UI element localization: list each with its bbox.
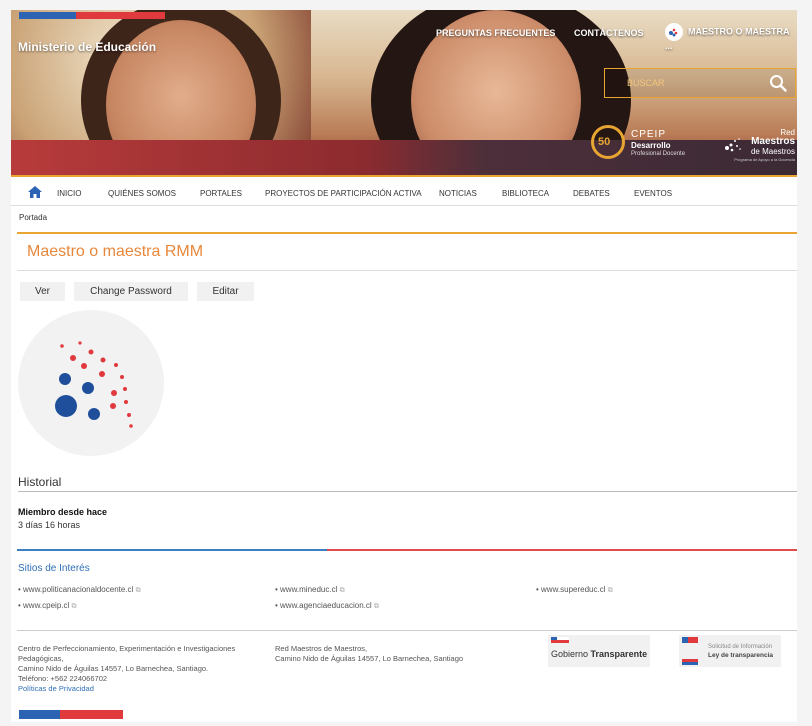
- red-maestros-line2: Maestros: [751, 136, 795, 147]
- page-title: Maestro o maestra RMM: [27, 243, 204, 260]
- member-since-value: 3 días 16 horas: [18, 520, 81, 530]
- external-link-icon: ⧉: [607, 587, 613, 594]
- footer-line: Camino Nido de Águilas 14557, Lo Barnech…: [18, 664, 209, 673]
- privacy-policy-link[interactable]: Políticas de Privacidad: [18, 684, 235, 694]
- red-maestros-logo[interactable]: Red Maestros de Maestros Programa de Apo…: [723, 128, 795, 166]
- gov-flag-bar-top: [19, 12, 165, 19]
- external-link-icon: ⧉: [373, 603, 379, 610]
- history-divider: [18, 491, 797, 492]
- footer-line: Teléfono: +562 224066702: [18, 674, 108, 683]
- cpeip-logo-line1: CPEIP: [631, 129, 667, 140]
- link-text[interactable]: www.agenciaeducacion.cl: [280, 601, 372, 610]
- external-link-icon: ⧉: [135, 587, 141, 594]
- search-icon[interactable]: [769, 74, 787, 92]
- red-maestros-dots-icon: [725, 138, 741, 152]
- tab-change-password[interactable]: Change Password: [74, 282, 188, 301]
- gobierno-transparente-banner[interactable]: Gobierno Transparente: [548, 635, 650, 667]
- link-agencia[interactable]: • www.agenciaeducacion.cl ⧉: [275, 601, 379, 611]
- gob-text-b: Transparente: [590, 649, 648, 659]
- separator-blue: [17, 549, 327, 551]
- history-heading: Historial: [18, 475, 62, 489]
- footer-line: Pedagógicas,: [18, 654, 64, 663]
- chile-flag-icon: [551, 637, 569, 643]
- footer-address-cpeip: Centro de Perfeccionamiento, Experimenta…: [18, 644, 235, 694]
- site-name[interactable]: Ministerio de Educación: [18, 40, 156, 54]
- link-text[interactable]: www.politicanacionaldocente.cl: [23, 585, 133, 594]
- page: Ministerio de Educación PREGUNTAS FRECUE…: [11, 10, 797, 722]
- link-text[interactable]: www.cpeip.cl: [23, 601, 69, 610]
- link-politica-nacional[interactable]: • www.politicanacionaldocente.cl ⧉: [18, 585, 141, 595]
- cpeip-50-badge: 50: [591, 125, 625, 159]
- solicitud-line2: Ley de transparencia: [708, 652, 774, 659]
- flag-red-stripe: [76, 12, 165, 19]
- solicitud-line1: Solicitud de Información: [708, 644, 773, 650]
- external-link-icon: ⧉: [71, 603, 77, 610]
- link-cpeip[interactable]: • www.cpeip.cl ⧉: [18, 601, 77, 611]
- nav-item-inicio[interactable]: INICIO: [57, 189, 81, 198]
- footer-line: Camino Nido de Águilas 14557, Lo Barnech…: [275, 654, 464, 663]
- nav-item-quienes-somos[interactable]: QUIÉNES SOMOS: [108, 189, 176, 198]
- cpeip-logo-line3: Profesional Docente: [631, 151, 686, 157]
- flag-blue-stripe: [19, 710, 60, 719]
- link-text[interactable]: www.supereduc.cl: [541, 585, 605, 594]
- flag-blue-stripe: [19, 12, 76, 19]
- red-maestros-line4: Programa de Apoyo a la Docencia: [734, 157, 795, 162]
- footer-line: Centro de Perfeccionamiento, Experimenta…: [18, 644, 236, 653]
- nav-item-portales[interactable]: PORTALES: [200, 189, 242, 198]
- link-supereduc[interactable]: • www.supereduc.cl ⧉: [536, 585, 613, 595]
- red-maestros-line3: de Maestros: [750, 147, 795, 156]
- avatar: [18, 310, 164, 456]
- gob-text-a: Gobierno: [551, 649, 589, 659]
- user-avatar-icon: [665, 23, 683, 41]
- footer-address-rmm: Red Maestros de Maestros, Camino Nido de…: [275, 644, 463, 664]
- cpeip-logo-line2: Desarrollo: [631, 141, 671, 150]
- user-menu-label: MAESTRO O MAESTRA ...: [665, 26, 790, 51]
- nav-item-debates[interactable]: DEBATES: [573, 189, 610, 198]
- link-mineduc[interactable]: • www.mineduc.cl ⧉: [275, 585, 345, 595]
- main-nav: INICIO QUIÉNES SOMOS PORTALES PROYECTOS …: [11, 175, 797, 206]
- breadcrumb-portada[interactable]: Portada: [19, 213, 47, 222]
- tab-ver[interactable]: Ver: [20, 282, 65, 301]
- nav-item-biblioteca[interactable]: BIBLIOTECA: [502, 189, 549, 198]
- breadcrumb[interactable]: Portada: [19, 213, 47, 222]
- tab-editar[interactable]: Editar: [197, 282, 254, 301]
- chile-flag-icon: [682, 637, 698, 665]
- nav-item-noticias[interactable]: NOTICIAS: [439, 189, 477, 198]
- cpeip-badge-text: 50: [598, 136, 611, 148]
- separator-red: [327, 549, 797, 551]
- faq-link[interactable]: PREGUNTAS FRECUENTES: [436, 28, 555, 38]
- nav-item-eventos[interactable]: EVENTOS: [634, 189, 672, 198]
- link-text[interactable]: www.mineduc.cl: [280, 585, 337, 594]
- search-input[interactable]: [605, 69, 755, 97]
- page-title-box: Maestro o maestra RMM: [17, 234, 797, 271]
- header-hero: Ministerio de Educación PREGUNTAS FRECUE…: [11, 10, 797, 175]
- gov-flag-bar-bottom: [19, 710, 123, 719]
- footer-line: Red Maestros de Maestros,: [275, 644, 368, 653]
- nav-item-proyectos[interactable]: PROYECTOS DE PARTICIPACIÓN ACTIVA: [265, 189, 422, 198]
- section-separator: [17, 549, 797, 551]
- sitios-heading: Sitios de Interés: [18, 563, 90, 574]
- user-menu[interactable]: MAESTRO O MAESTRA ...: [665, 23, 797, 51]
- solicitud-informacion-banner[interactable]: Solicitud de Información Ley de transpar…: [679, 635, 781, 667]
- external-link-icon: ⧉: [339, 587, 345, 594]
- home-icon[interactable]: [28, 186, 42, 198]
- cpeip-logo[interactable]: 50 CPEIP Desarrollo Profesional Docente: [591, 123, 707, 165]
- search-box: [604, 68, 796, 98]
- footer-divider: [17, 630, 797, 631]
- member-since-label: Miembro desde hace: [18, 507, 108, 517]
- flag-red-stripe: [60, 710, 123, 719]
- contact-link[interactable]: CONTÁCTENOS: [574, 28, 644, 38]
- red-maestros-avatar-icon: [55, 341, 133, 428]
